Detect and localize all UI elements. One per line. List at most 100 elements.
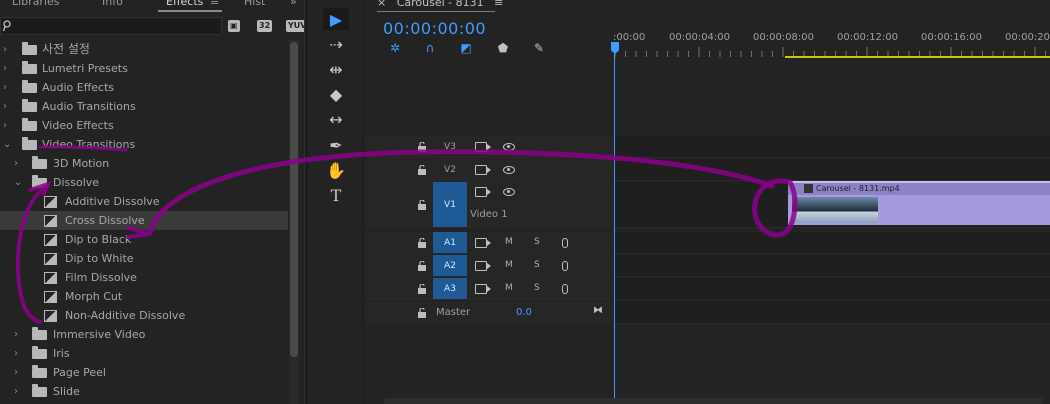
chevron-right-icon[interactable]: › [3,116,11,135]
video-clip[interactable]: Carousel - 8131.mp4 [788,181,1050,225]
source-patch-a3[interactable]: A3 [433,278,467,299]
solo-track-button[interactable]: S [534,260,540,270]
chevron-right-icon[interactable]: › [14,325,22,344]
source-patch-a1[interactable]: A1 [433,232,467,253]
lock-icon[interactable] [417,238,427,248]
close-icon[interactable]: × [377,0,386,9]
toggle-sync-lock-icon[interactable] [475,261,491,271]
source-patch-v1[interactable]: V1 [433,182,467,227]
timeline-horizontal-scrollbar[interactable] [383,398,1043,404]
track-v2[interactable]: V2 [365,159,1050,181]
lock-icon[interactable] [417,165,427,175]
selection-tool-icon[interactable]: ▶ [323,8,349,30]
voice-over-record-mic-icon[interactable] [562,238,568,248]
tab-menu-icon[interactable]: ≡ [210,0,219,8]
master-volume-value[interactable]: 0.0 [516,307,532,318]
chevron-right-icon[interactable]: › [3,59,11,78]
mute-track-button[interactable]: M [505,283,513,293]
tree-folder-audio-effects[interactable]: › Audio Effects [0,78,288,97]
more-tabs-icon[interactable]: » [290,0,297,8]
tree-folder-video-transitions[interactable]: ⌄ Video Transitions [0,135,288,154]
track-label-v3[interactable]: V3 [433,136,467,157]
toggle-track-output-eye-icon[interactable] [503,143,515,151]
type-tool-icon[interactable]: T [323,184,349,206]
tree-effect-morph-cut[interactable]: Morph Cut [0,287,288,306]
toggle-sync-lock-icon[interactable] [475,238,491,248]
timeline-settings-wrench-icon[interactable]: ✎ [531,41,547,55]
track-a1[interactable]: A1 M S [365,232,1050,254]
tree-effect-cross-dissolve[interactable]: Cross Dissolve [0,211,288,230]
mute-track-button[interactable]: M [505,260,513,270]
tab-history[interactable]: Hist [244,0,265,8]
tree-effect-dip-to-white[interactable]: Dip to White [0,249,288,268]
track-select-tool-icon[interactable]: ⇢ [323,33,349,55]
chevron-right-icon[interactable]: › [3,40,11,59]
tree-effect-dip-to-black[interactable]: Dip to Black [0,230,288,249]
toggle-sync-lock-icon[interactable] [475,284,491,294]
source-patch-a2[interactable]: A2 [433,255,467,276]
tree-effect-film-dissolve[interactable]: Film Dissolve [0,268,288,287]
chevron-right-icon[interactable]: › [3,97,11,116]
razor-tool-icon[interactable]: ◆ [323,83,349,105]
search-input[interactable] [0,17,222,35]
chevron-right-icon[interactable]: › [14,382,22,401]
go-to-end-icon[interactable]: ⧓ [593,305,603,316]
voice-over-record-mic-icon[interactable] [562,261,568,271]
tree-effect-additive-dissolve[interactable]: Additive Dissolve [0,192,288,211]
tree-folder-lumetri-presets[interactable]: › Lumetri Presets [0,59,288,78]
slip-tool-icon[interactable]: ↔ [323,108,349,130]
sequence-menu-icon[interactable]: ≡ [494,0,503,9]
track-a2[interactable]: A2 M S [365,255,1050,277]
chevron-right-icon[interactable]: › [3,78,11,97]
tree-folder-slide[interactable]: › Slide [0,382,288,401]
tree-folder-page-peel[interactable]: › Page Peel [0,363,288,382]
lock-icon[interactable] [417,308,427,318]
toggle-sync-lock-film-icon[interactable] [475,187,491,197]
track-a3[interactable]: A3 M S [365,278,1050,300]
snap-magnet-icon[interactable]: ∩ [422,41,438,55]
pen-tool-icon[interactable]: ✒ [323,134,349,156]
linked-selection-icon[interactable]: ◩ [458,41,474,55]
tree-folder-video-effects[interactable]: › Video Effects [0,116,288,135]
tree-effect-non-additive-dissolve[interactable]: Non-Additive Dissolve [0,306,288,325]
tree-folder-immersive-video[interactable]: › Immersive Video [0,325,288,344]
toggle-track-output-eye-icon[interactable] [503,166,515,174]
chevron-down-icon[interactable]: ⌄ [14,173,22,192]
track-v3[interactable]: V3 [365,136,1050,158]
tree-folder-3d-motion[interactable]: › 3D Motion [0,154,288,173]
chevron-right-icon[interactable]: › [14,344,22,363]
tab-info[interactable]: Info [102,0,123,8]
solo-track-button[interactable]: S [534,237,540,247]
track-label-v2[interactable]: V2 [433,159,467,180]
lock-icon[interactable] [417,142,427,152]
tree-folder-audio-transitions[interactable]: › Audio Transitions [0,97,288,116]
add-marker-icon[interactable]: ⬟ [495,41,511,55]
ripple-edit-tool-icon[interactable]: ⇹ [323,58,349,80]
hand-tool-icon[interactable]: ✋ [323,159,349,181]
chevron-down-icon[interactable]: ⌄ [3,135,11,154]
lock-icon[interactable] [417,261,427,271]
tab-effects[interactable]: Effects [166,0,203,8]
tab-libraries[interactable]: Libraries [12,0,60,8]
32-bit-effects-icon[interactable]: 32 [257,20,273,32]
track-master[interactable]: Master 0.0 ⧓ [365,302,1050,324]
chevron-right-icon[interactable]: › [14,154,22,173]
tree-folder-presets[interactable]: › 사전 설정 [0,40,288,59]
tree-folder-iris[interactable]: › Iris [0,344,288,363]
sequence-tab[interactable]: × Carousel - 8131 ≡ [377,0,503,9]
nest-toggle-icon[interactable]: ✲ [387,41,403,55]
playhead-timecode[interactable]: 00:00:00:00 [383,19,486,38]
chevron-right-icon[interactable]: › [14,363,22,382]
toggle-sync-lock-film-icon[interactable] [475,142,491,152]
lock-icon[interactable] [417,200,427,210]
voice-over-record-mic-icon[interactable] [562,284,568,294]
lock-icon[interactable] [417,284,427,294]
toggle-track-output-eye-icon[interactable] [503,188,515,196]
mute-track-button[interactable]: M [505,237,513,247]
tree-folder-dissolve[interactable]: ⌄ Dissolve [0,173,288,192]
effects-scrollbar-thumb[interactable] [290,42,298,357]
track-name-video-1[interactable]: Video 1 [470,209,508,220]
toggle-sync-lock-film-icon[interactable] [475,165,491,175]
solo-track-button[interactable]: S [534,283,540,293]
accelerated-effects-icon[interactable]: ▣ [228,20,240,32]
